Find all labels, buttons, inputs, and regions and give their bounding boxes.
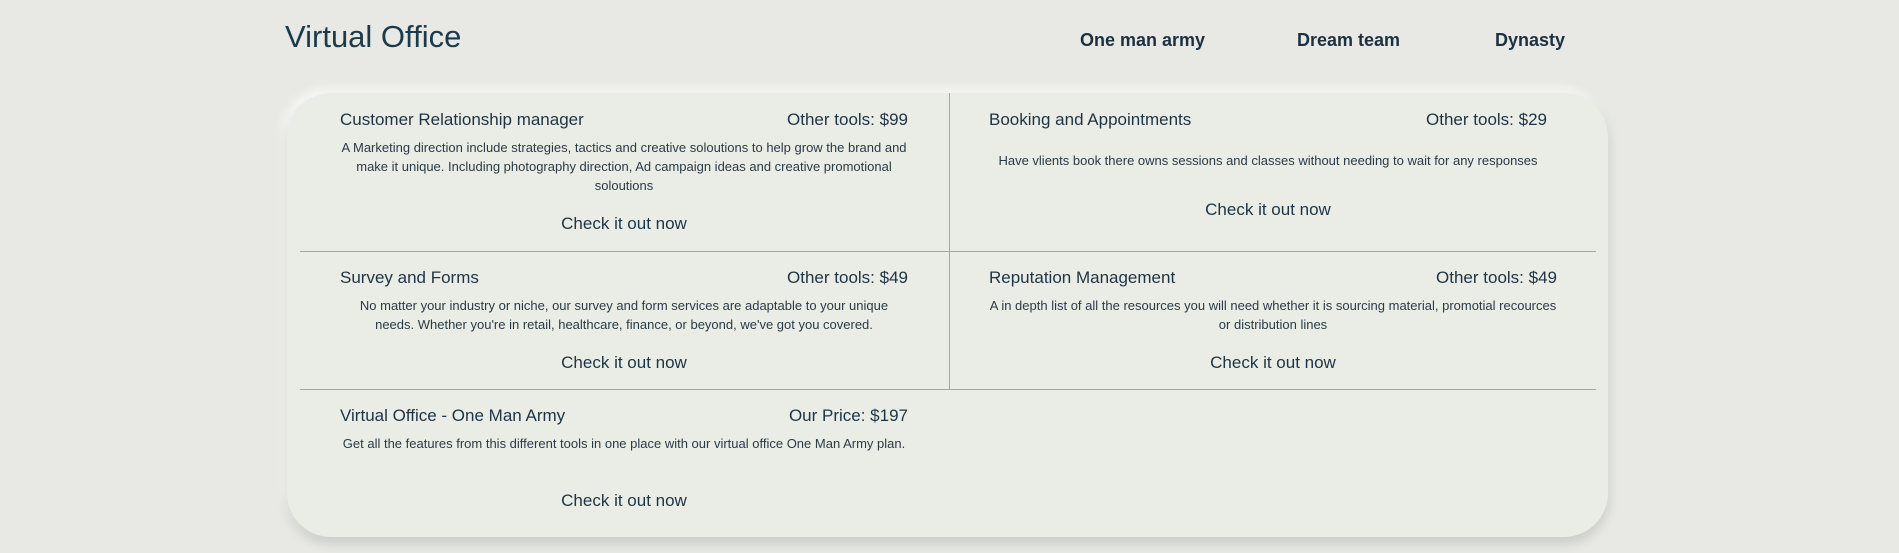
tool-reputation: Reputation Management Other tools: $49 A… <box>989 268 1557 378</box>
tool-price: Other tools: $29 <box>1426 110 1547 129</box>
tool-description: Get all the features from this different… <box>342 436 906 451</box>
tool-description: Have vlients book there owns sessions an… <box>998 153 1538 168</box>
check-it-out-button[interactable]: Check it out now <box>340 353 908 373</box>
tool-survey: Survey and Forms Other tools: $49 No mat… <box>340 268 908 378</box>
tools-card: Customer Relationship manager Other tool… <box>287 93 1608 537</box>
tool-price: Other tools: $99 <box>787 110 908 129</box>
site-header: Virtual Office One man army Dream team D… <box>0 0 1899 80</box>
tool-price: Other tools: $49 <box>1436 268 1557 287</box>
column-divider <box>949 93 950 389</box>
nav-link-dynasty[interactable]: Dynasty <box>1495 30 1565 51</box>
tool-virtual-office: Virtual Office - One Man Army Our Price:… <box>340 406 908 521</box>
tool-description: A Marketing direction include strategies… <box>341 140 907 193</box>
tool-title: Booking and Appointments <box>989 110 1192 129</box>
site-logo[interactable]: Virtual Office <box>285 19 461 55</box>
row-divider <box>300 389 1596 390</box>
check-it-out-button[interactable]: Check it out now <box>989 353 1557 373</box>
tool-price: Other tools: $49 <box>787 268 908 287</box>
tool-description: A in depth list of all the resources you… <box>989 298 1557 332</box>
tool-crm: Customer Relationship manager Other tool… <box>340 110 908 240</box>
nav-link-one-man-army[interactable]: One man army <box>1080 30 1205 51</box>
row-divider <box>300 251 1596 252</box>
tool-title: Customer Relationship manager <box>340 110 584 129</box>
tool-price: Our Price: $197 <box>788 406 908 425</box>
tool-title: Virtual Office - One Man Army <box>340 406 566 425</box>
tool-title: Reputation Management <box>989 268 1176 287</box>
check-it-out-button[interactable]: Check it out now <box>340 214 908 234</box>
tool-description: No matter your industry or niche, our su… <box>359 298 889 332</box>
nav-link-dream-team[interactable]: Dream team <box>1297 30 1400 51</box>
tool-title: Survey and Forms <box>340 268 479 287</box>
tool-booking: Booking and Appointments Other tools: $2… <box>989 110 1547 240</box>
check-it-out-button[interactable]: Check it out now <box>340 491 908 511</box>
check-it-out-button[interactable]: Check it out now <box>989 200 1547 220</box>
